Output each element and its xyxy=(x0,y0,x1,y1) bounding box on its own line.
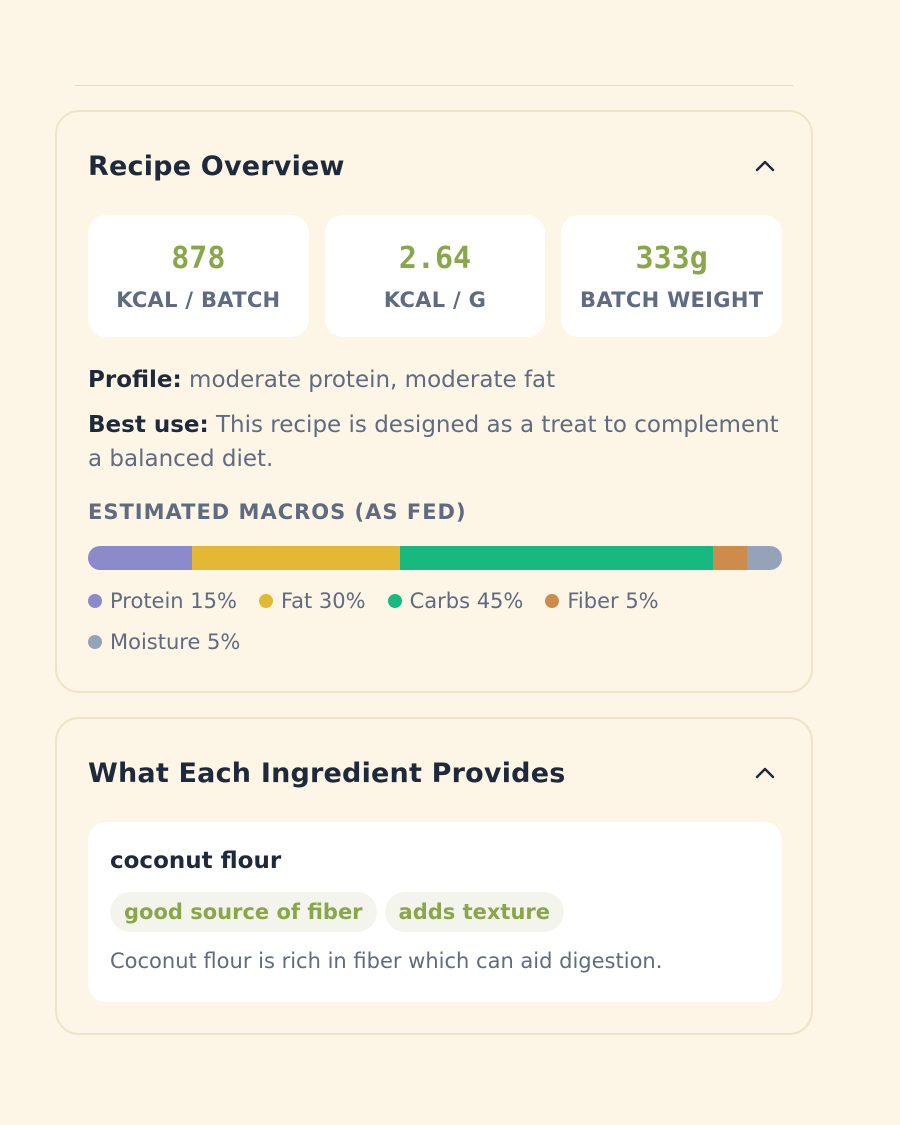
macros-heading: ESTIMATED MACROS (AS FED) xyxy=(88,500,467,524)
legend-item-fat: Fat 30% xyxy=(258,587,366,614)
profile-value: moderate protein, moderate fat xyxy=(189,367,556,393)
stat-label: KCAL / G xyxy=(383,287,487,312)
best-use-line: Best use: This recipe is designed as a t… xyxy=(88,408,788,476)
chevron-up-icon[interactable] xyxy=(750,151,780,181)
stat-batch-weight: 333g BATCH WEIGHT xyxy=(561,215,783,337)
macro-segment-carbs xyxy=(400,546,713,570)
macro-segment-fiber xyxy=(712,546,748,570)
legend-label: Carbs 45% xyxy=(409,588,524,613)
stat-kcal-batch: 878 KCAL / BATCH xyxy=(88,215,309,337)
legend-item-fiber: Fiber 5% xyxy=(545,587,659,614)
ingredient-description: Coconut flour is rich in fiber which can… xyxy=(110,949,663,973)
stat-label: BATCH WEIGHT xyxy=(580,287,764,312)
recipe-overview-header[interactable]: Recipe Overview xyxy=(88,146,780,186)
legend-label: Fat 30% xyxy=(280,588,366,613)
legend-dot-icon xyxy=(258,593,273,608)
legend-dot-icon xyxy=(88,593,102,608)
ingredients-title: What Each Ingredient Provides xyxy=(88,757,566,789)
stat-label: KCAL / BATCH xyxy=(116,287,281,312)
macro-segment-protein xyxy=(88,546,193,570)
recipe-overview-title: Recipe Overview xyxy=(88,150,345,182)
legend-label: Fiber 5% xyxy=(567,588,659,613)
stat-kcal-g: 2.64 KCAL / G xyxy=(324,215,546,337)
ingredient-tag: adds texture xyxy=(384,892,565,932)
chevron-up-icon[interactable] xyxy=(750,758,780,788)
stats-row: 878 KCAL / BATCH 2.64 KCAL / G 333g BATC… xyxy=(88,215,783,337)
recipe-overview-card: Recipe Overview 878 KCAL / BATCH 2.64 KC… xyxy=(55,110,813,693)
ingredient-name: coconut flour xyxy=(110,848,282,874)
ingredient-item: coconut flour good source of fiber adds … xyxy=(88,822,782,1002)
legend-dot-icon xyxy=(88,634,102,649)
stat-value: 2.64 xyxy=(398,240,472,276)
best-use-label: Best use: xyxy=(88,412,209,438)
legend-dot-icon xyxy=(545,593,560,608)
legend-item-moisture: Moisture 5% xyxy=(88,628,240,655)
stat-value: 333g xyxy=(635,240,708,276)
legend-item-protein: Protein 15% xyxy=(88,587,237,614)
legend-label: Moisture 5% xyxy=(110,629,241,654)
ingredients-header[interactable]: What Each Ingredient Provides xyxy=(88,753,780,793)
ingredient-tag: good source of fiber xyxy=(110,892,377,932)
macro-segment-fat xyxy=(192,546,401,570)
ingredient-tags: good source of fiber adds texture xyxy=(110,892,565,932)
profile-label: Profile: xyxy=(88,367,182,393)
stat-value: 878 xyxy=(171,240,226,276)
macro-segment-moisture xyxy=(747,546,782,570)
macros-bar xyxy=(88,546,782,570)
legend-dot-icon xyxy=(387,593,402,608)
top-divider xyxy=(75,85,793,86)
macros-legend: Protein 15% Fat 30% Carbs 45% Fiber 5% Moist… xyxy=(88,587,708,655)
ingredients-card: What Each Ingredient Provides coconut fl… xyxy=(55,717,813,1035)
legend-label: Protein 15% xyxy=(110,588,237,613)
legend-item-carbs: Carbs 45% xyxy=(387,587,524,614)
profile-line: Profile: moderate protein, moderate fat xyxy=(88,363,788,397)
